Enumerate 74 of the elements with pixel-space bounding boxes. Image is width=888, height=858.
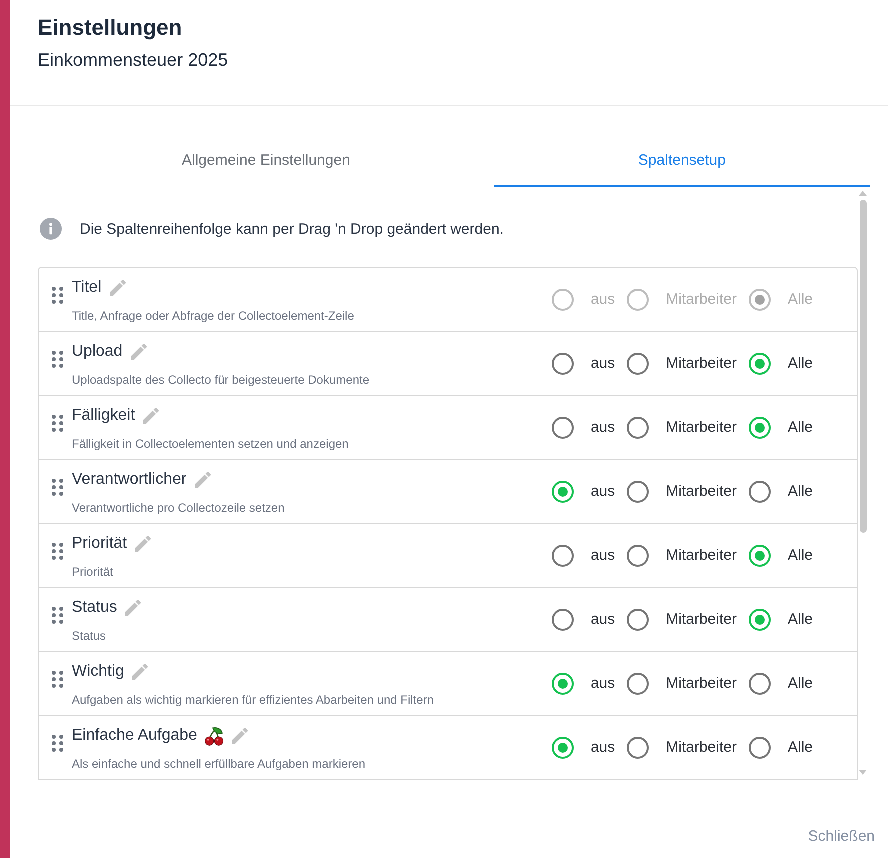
radio-label[interactable]: Alle <box>788 419 813 436</box>
radio-label[interactable]: aus <box>590 355 616 372</box>
radio-button[interactable] <box>748 480 771 502</box>
radio-button[interactable] <box>552 672 574 694</box>
info-icon <box>40 218 62 240</box>
radio-button[interactable] <box>627 544 650 566</box>
column-title: Wichtig <box>72 663 124 681</box>
radio-label[interactable]: Mitarbeiter <box>666 483 737 500</box>
radio-button[interactable] <box>627 672 650 694</box>
radio-label[interactable]: aus <box>590 483 616 500</box>
drag-handle-icon[interactable] <box>52 287 64 304</box>
radio-label[interactable]: Mitarbeiter <box>666 675 737 692</box>
column-description: Fälligkeit in Collectoelementen setzen und anzeigen <box>72 437 349 451</box>
radio-button[interactable] <box>748 544 771 566</box>
radio-label[interactable]: Mitarbeiter <box>666 547 737 564</box>
radio-button[interactable] <box>552 736 574 758</box>
radio-button[interactable] <box>552 544 574 566</box>
radio-label[interactable]: Mitarbeiter <box>666 611 737 628</box>
radio-button[interactable] <box>748 352 771 374</box>
column-title: Titel <box>72 279 102 297</box>
column-description: Verantwortliche pro Collectozeile setzen <box>72 501 285 515</box>
column-description: Uploadspalte des Collecto für beigesteuerte Dokumente <box>72 373 370 387</box>
column-title: Status <box>72 599 118 617</box>
radio-button[interactable] <box>627 480 650 502</box>
column-description: Aufgaben als wichtig markieren für effizientes Abarbeiten und Filtern <box>72 693 434 707</box>
radio-button[interactable] <box>627 416 650 438</box>
info-text: Die Spaltenreihenfolge kann per Drag 'n Drop geändert werden. <box>80 220 504 238</box>
column-description: Priorität <box>72 565 114 579</box>
column-title: Priorität <box>72 535 128 553</box>
radio-label[interactable]: aus <box>590 547 616 564</box>
tab[interactable]: Allgemeine Einstellungen <box>38 133 494 187</box>
radio-button[interactable] <box>552 608 574 630</box>
radio-label[interactable]: Mitarbeiter <box>666 739 737 756</box>
radio-button[interactable] <box>627 736 650 758</box>
dialog-title: Einstellungen <box>38 15 182 41</box>
radio-label[interactable]: Alle <box>788 675 813 692</box>
radio-button[interactable] <box>552 480 574 502</box>
radio-label[interactable]: aus <box>590 739 616 756</box>
radio-label[interactable]: Alle <box>788 611 813 628</box>
radio-button[interactable] <box>627 352 650 374</box>
radio-button[interactable] <box>748 736 771 758</box>
radio-button[interactable] <box>552 416 574 438</box>
column-title: Upload <box>72 343 123 361</box>
radio-label[interactable]: Alle <box>788 483 813 500</box>
radio-button[interactable] <box>627 608 650 630</box>
drag-handle-icon[interactable] <box>52 415 64 432</box>
drag-handle-icon[interactable] <box>52 607 64 624</box>
radio-label[interactable]: aus <box>590 419 616 436</box>
radio-button[interactable] <box>748 672 771 694</box>
drag-handle-icon[interactable] <box>52 479 64 496</box>
radio-button[interactable] <box>748 416 771 438</box>
drag-handle-icon[interactable] <box>52 671 64 688</box>
drag-handle-icon[interactable] <box>52 735 64 752</box>
scrollbar-thumb[interactable] <box>860 200 866 533</box>
radio-button[interactable] <box>748 608 771 630</box>
column-title: Einfache Aufgabe <box>72 727 198 745</box>
drag-handle-icon[interactable] <box>52 543 64 560</box>
radio-label[interactable]: Alle <box>788 355 813 372</box>
radio-button[interactable] <box>552 352 574 374</box>
radio-label[interactable]: Alle <box>788 739 813 756</box>
column-title: Fälligkeit <box>72 407 136 425</box>
radio-label[interactable]: aus <box>590 611 616 628</box>
drag-handle-icon[interactable] <box>52 351 64 368</box>
radio-label[interactable]: Alle <box>788 547 813 564</box>
cherry-icon <box>205 726 224 746</box>
radio-label[interactable]: Mitarbeiter <box>666 419 737 436</box>
dialog-subtitle: Einkommensteuer 2025 <box>38 49 228 72</box>
column-description: Title, Anfrage oder Abfrage der Collectoelement-Zeile <box>72 309 354 323</box>
tab[interactable]: Spaltensetup <box>494 133 870 187</box>
column-title: Verantwortlicher <box>72 471 187 489</box>
radio-label[interactable]: Mitarbeiter <box>666 355 737 372</box>
column-description: Als einfache und schnell erfüllbare Aufgaben markieren <box>72 757 366 771</box>
radio-label[interactable]: aus <box>590 675 616 692</box>
column-description: Status <box>72 629 106 643</box>
